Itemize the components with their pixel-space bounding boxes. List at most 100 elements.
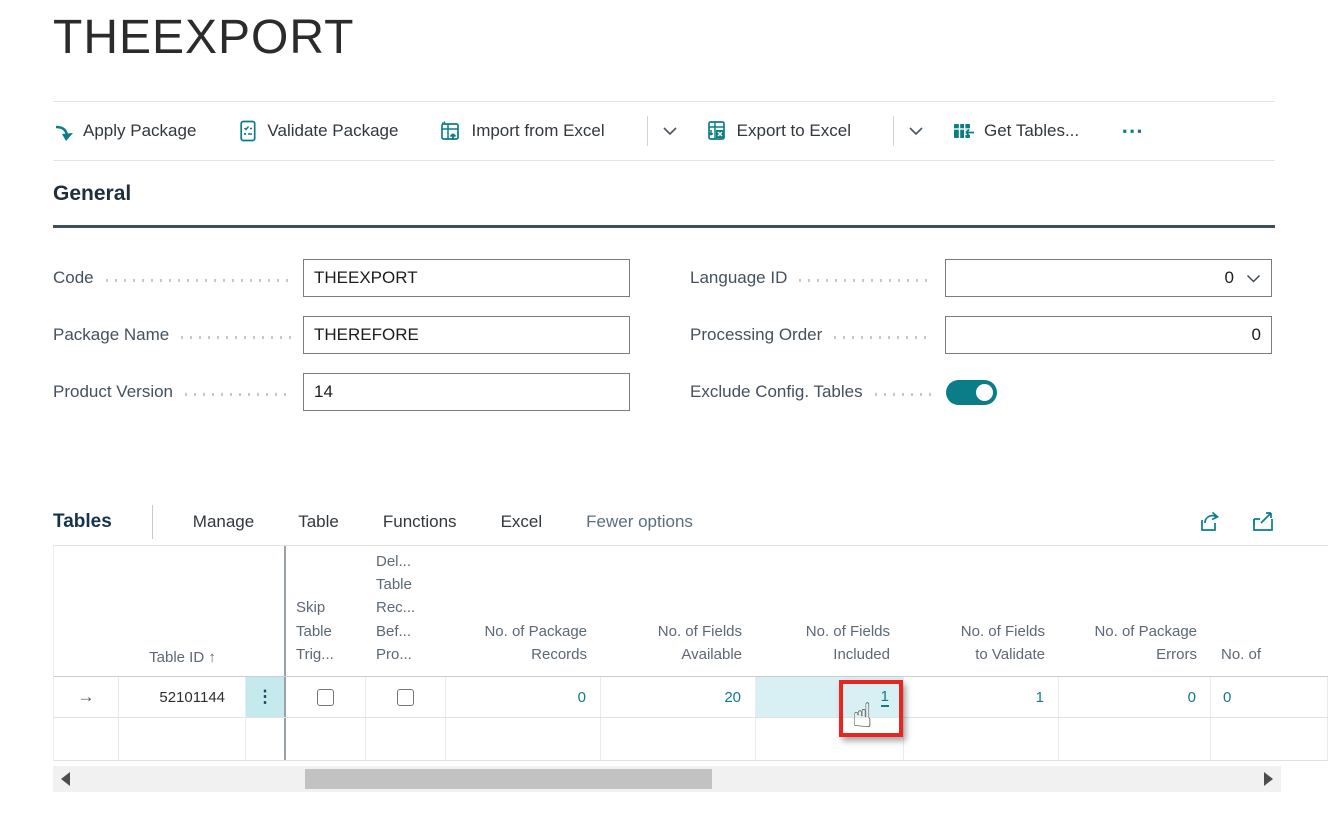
import-excel-icon (440, 120, 462, 142)
header-fields-to-validate[interactable]: No. of Fields to Validate (904, 546, 1059, 676)
product-version-field-row: Product Version (53, 373, 630, 411)
header-fields-available[interactable]: No. of Fields Available (601, 546, 756, 676)
empty-cell (119, 718, 246, 760)
dotted-leader (875, 393, 934, 396)
validate-package-label: Validate Package (267, 121, 398, 141)
tables-section-header: Tables Manage Table Functions Excel Fewe… (53, 500, 1275, 544)
empty-cell (54, 718, 119, 760)
exclude-config-field-row: Exclude Config. Tables (690, 373, 997, 411)
package-name-field-row: Package Name (53, 316, 630, 354)
exclude-config-tables-toggle[interactable] (946, 380, 997, 405)
grid-header-row: Table ID ↑ Skip Table Trig... Del... Tab… (54, 546, 1328, 677)
scroll-right-button[interactable] (1264, 772, 1273, 786)
code-field-row: Code (53, 259, 630, 297)
code-label: Code (53, 268, 94, 288)
horizontal-scrollbar[interactable] (53, 766, 1281, 792)
package-errors-cell[interactable]: 0 (1059, 677, 1211, 717)
delete-table-records-cell (366, 677, 446, 717)
language-id-label: Language ID (690, 268, 787, 288)
get-tables-icon (952, 121, 975, 142)
tables-grid: Table ID ↑ Skip Table Trig... Del... Tab… (53, 545, 1328, 761)
header-skip-table-trigger[interactable]: Skip Table Trig... (286, 546, 366, 676)
general-heading[interactable]: General (53, 182, 131, 206)
import-from-excel-button[interactable]: Import from Excel (440, 120, 604, 142)
menu-functions[interactable]: Functions (383, 512, 457, 532)
delete-table-records-checkbox[interactable] (397, 689, 414, 706)
apply-package-label: Apply Package (83, 121, 196, 141)
fields-available-cell[interactable]: 20 (601, 677, 756, 717)
header-table-id[interactable]: Table ID ↑ (119, 546, 246, 676)
fields-to-validate-cell[interactable]: 1 (904, 677, 1059, 717)
header-row-marker (54, 546, 119, 676)
chevron-down-icon (662, 126, 678, 136)
validate-document-icon (238, 120, 258, 142)
hand-cursor-icon: ☝ (852, 696, 873, 736)
chevron-down-icon (908, 126, 924, 136)
apply-package-button[interactable]: Apply Package (53, 121, 196, 142)
header-delete-table-records[interactable]: Del... Table Rec... Bef... Pro... (366, 546, 446, 676)
header-package-records[interactable]: No. of Package Records (446, 546, 601, 676)
language-id-field-row: Language ID 0 (690, 259, 1272, 297)
scrollbar-thumb[interactable] (305, 769, 712, 789)
skip-table-trigger-cell (286, 677, 366, 717)
share-icon[interactable] (1198, 510, 1223, 534)
apply-arrow-icon (53, 121, 74, 142)
export-to-excel-button[interactable]: Export to Excel (706, 120, 851, 142)
chevron-down-icon (1246, 274, 1261, 283)
package-records-cell[interactable]: 0 (446, 677, 601, 717)
more-options-button[interactable]: ⋯ (1121, 118, 1145, 144)
header-truncated[interactable]: No. of (1211, 546, 1328, 676)
validate-package-button[interactable]: Validate Package (238, 120, 398, 142)
export-split-chevron-button[interactable] (908, 126, 924, 136)
header-package-errors[interactable]: No. of Package Errors (1059, 546, 1211, 676)
skip-table-trigger-checkbox[interactable] (317, 689, 334, 706)
header-fields-included[interactable]: No. of Fields Included (756, 546, 904, 676)
tables-menu: Manage Table Functions Excel Fewer optio… (193, 512, 693, 532)
general-heading-rule (53, 225, 1275, 228)
package-name-label: Package Name (53, 325, 169, 345)
menu-table[interactable]: Table (298, 512, 339, 532)
empty-cell (1059, 718, 1211, 760)
dotted-leader (106, 279, 291, 282)
empty-cell (366, 718, 446, 760)
processing-order-input[interactable] (945, 316, 1272, 354)
dotted-leader (834, 336, 933, 339)
dotted-leader (185, 393, 291, 396)
header-row-menu (246, 546, 286, 676)
tables-header-icons (1198, 510, 1275, 534)
empty-cell (1211, 718, 1328, 760)
exclude-config-tables-label: Exclude Config. Tables (690, 382, 863, 402)
export-to-excel-label: Export to Excel (737, 121, 851, 141)
empty-cell (286, 718, 366, 760)
export-excel-icon (706, 120, 728, 142)
toolbar-divider (893, 116, 894, 146)
import-split-chevron-button[interactable] (662, 126, 678, 136)
focus-mode-icon[interactable] (1251, 510, 1275, 534)
package-name-input[interactable] (303, 316, 630, 354)
scroll-left-button[interactable] (61, 772, 70, 786)
menu-manage[interactable]: Manage (193, 512, 254, 532)
empty-cell (446, 718, 601, 760)
row-options-button[interactable]: ⋮ (246, 677, 286, 717)
active-row-marker: → (54, 677, 119, 717)
toggle-knob (976, 384, 993, 401)
fewer-options-button[interactable]: Fewer options (586, 512, 693, 532)
import-from-excel-label: Import from Excel (471, 121, 604, 141)
empty-cell (904, 718, 1059, 760)
get-tables-button[interactable]: Get Tables... (952, 121, 1079, 142)
empty-cell (601, 718, 756, 760)
get-tables-label: Get Tables... (984, 121, 1079, 141)
menu-excel[interactable]: Excel (501, 512, 543, 532)
toolbar-divider (647, 116, 648, 146)
truncated-value-cell[interactable]: 0 (1211, 677, 1328, 717)
product-version-input[interactable] (303, 373, 630, 411)
product-version-label: Product Version (53, 382, 173, 402)
config-package-page: THEEXPORT Apply Package Validate Package (0, 0, 1328, 814)
tables-heading[interactable]: Tables (53, 511, 112, 533)
table-id-cell[interactable]: 52101144 (119, 677, 246, 717)
page-title: THEEXPORT (53, 10, 355, 65)
empty-cell (246, 718, 286, 760)
language-id-select[interactable]: 0 (945, 259, 1272, 297)
menu-divider (152, 505, 153, 539)
code-input[interactable] (303, 259, 630, 297)
